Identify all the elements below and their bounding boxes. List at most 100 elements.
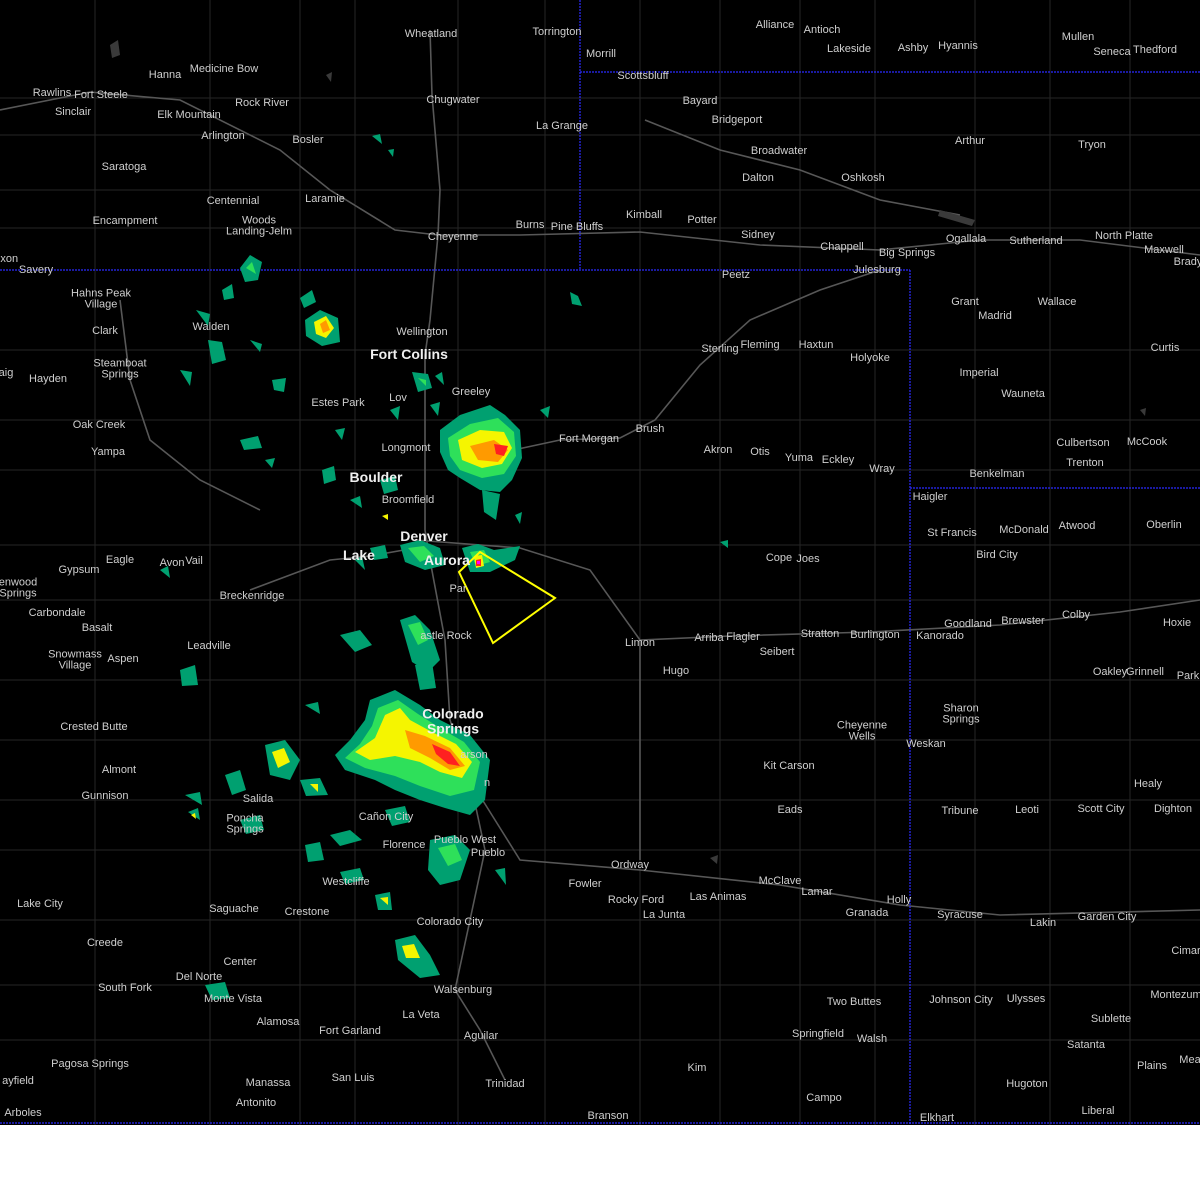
city-label-two-buttes: Two Buttes — [827, 996, 882, 1008]
city-label-san-luis: San Luis — [332, 1072, 375, 1084]
city-label-rock-river: Rock River — [235, 97, 289, 109]
city-label-woods-landing-jelm: Woods Landing-Jelm — [226, 215, 292, 238]
city-label-las-animas: Las Animas — [690, 891, 747, 903]
city-label-julesburg: Julesburg — [853, 264, 901, 276]
city-label-colorado-city: Colorado City — [417, 916, 484, 928]
city-label-rocky-ford: Rocky Ford — [608, 894, 664, 906]
city-label-crested-butte: Crested Butte — [60, 721, 127, 733]
city-label-branson: Branson — [588, 1110, 629, 1122]
city-label-oak-creek: Oak Creek — [73, 419, 126, 431]
city-label-kanorado: Kanorado — [916, 630, 964, 642]
city-label-center: Center — [223, 956, 256, 968]
city-label-arboles: Arboles — [4, 1107, 42, 1119]
city-label-scott-city: Scott City — [1077, 803, 1125, 815]
city-label-healy: Healy — [1134, 778, 1163, 790]
city-label-madrid: Madrid — [978, 310, 1012, 322]
city-label-fountain-partial: arson — [460, 749, 488, 761]
city-label-vail: Vail — [185, 555, 203, 567]
city-label-aguilar: Aguilar — [464, 1030, 499, 1042]
city-label-bird-city: Bird City — [976, 549, 1018, 561]
city-label-dighton: Dighton — [1154, 803, 1192, 815]
city-label-aurora: Aurora — [424, 552, 470, 568]
city-label-lamar: Lamar — [801, 886, 833, 898]
highways — [0, 29, 1200, 1081]
city-label-westcliffe: Westcliffe — [322, 876, 369, 888]
city-label-holly: Holly — [887, 894, 912, 906]
city-label-colorado-springs: Colorado Springs — [422, 706, 483, 737]
city-label-denver: Denver — [400, 528, 448, 544]
city-label-broadwater: Broadwater — [751, 145, 808, 157]
city-label-bayard: Bayard — [683, 95, 718, 107]
city-label-meade: Mea — [1179, 1054, 1200, 1066]
city-label-satanta: Satanta — [1067, 1039, 1106, 1051]
city-label-encampment: Encampment — [93, 215, 158, 227]
city-label-lakeside: Lakeside — [827, 43, 871, 55]
city-label-hugoton: Hugoton — [1006, 1078, 1048, 1090]
city-label-pueblo-west: Pueblo West — [434, 834, 496, 846]
city-label-clark: Clark — [92, 325, 118, 337]
city-label-kimball: Kimball — [626, 209, 662, 221]
city-label-ogallala: Ogallala — [946, 233, 987, 245]
radar-map[interactable]: Wheatland Torrington Alliance Antioch Mullen… — [0, 0, 1200, 1125]
city-label-st-francis: St Francis — [927, 527, 977, 539]
city-label-eckley: Eckley — [822, 454, 855, 466]
city-label-brush: Brush — [636, 423, 665, 435]
city-label-north-platte: North Platte — [1095, 230, 1153, 242]
city-label-big-springs: Big Springs — [879, 247, 936, 259]
city-label-fort-collins: Fort Collins — [370, 346, 448, 362]
city-label-mcdonald: McDonald — [999, 524, 1049, 536]
city-label-lakewood: Lake — [343, 547, 375, 563]
city-label-alamosa: Alamosa — [257, 1016, 301, 1028]
city-label-breckenridge: Breckenridge — [220, 590, 285, 602]
city-label-la-grange: La Grange — [536, 120, 588, 132]
city-label-wallace: Wallace — [1038, 296, 1077, 308]
city-label-dalton: Dalton — [742, 172, 774, 184]
city-label-poncha-springs: Poncha Springs — [226, 813, 264, 836]
city-label-walsenburg: Walsenburg — [434, 984, 492, 996]
city-label-flagler: Flagler — [726, 631, 760, 643]
city-label-wellington: Wellington — [396, 326, 447, 338]
city-label-burlington: Burlington — [850, 629, 900, 641]
city-label-stratton: Stratton — [801, 628, 840, 640]
city-label-fountain: n — [484, 777, 490, 789]
city-label-avon: Avon — [160, 557, 185, 569]
city-label-castle-rock: astle Rock — [420, 630, 472, 642]
city-label-antonito: Antonito — [236, 1097, 276, 1109]
city-label-arriba: Arriba — [694, 632, 724, 644]
city-label-aspen: Aspen — [107, 653, 138, 665]
city-label-benkelman: Benkelman — [969, 468, 1024, 480]
city-label-gypsum: Gypsum — [59, 564, 100, 576]
city-label-fort-garland: Fort Garland — [319, 1025, 381, 1037]
city-label-dixon: ixon — [0, 253, 18, 265]
city-label-syracuse: Syracuse — [937, 909, 983, 921]
city-label-glenwood-springs: enwood Springs — [0, 577, 37, 600]
city-label-plains: Plains — [1137, 1060, 1167, 1072]
city-label-johnson-city: Johnson City — [929, 994, 993, 1006]
city-label-burns: Burns — [516, 219, 545, 231]
city-label-manassa: Manassa — [246, 1077, 292, 1089]
city-label-mccook: McCook — [1127, 436, 1168, 448]
city-label-alliance: Alliance — [756, 19, 795, 31]
city-label-estes-park: Estes Park — [311, 397, 365, 409]
city-label-akron: Akron — [704, 444, 733, 456]
city-label-del-norte: Del Norte — [176, 971, 222, 983]
city-label-ashby: Ashby — [898, 42, 929, 54]
city-label-limon: Limon — [625, 637, 655, 649]
city-label-hoxie: Hoxie — [1163, 617, 1191, 629]
city-label-kim: Kim — [688, 1062, 707, 1074]
city-label-eagle: Eagle — [106, 554, 134, 566]
city-label-holyoke: Holyoke — [850, 352, 890, 364]
city-label-fowler: Fowler — [568, 878, 601, 890]
city-label-seibert: Seibert — [760, 646, 795, 658]
city-label-centennial: Centennial — [207, 195, 260, 207]
city-label-montezuma: Montezum — [1150, 989, 1200, 1001]
city-label-hanna: Hanna — [149, 69, 182, 81]
city-label-bayfield: ayfield — [2, 1075, 34, 1087]
city-label-park: Park — [1177, 670, 1200, 682]
city-label-grinnell: Grinnell — [1126, 666, 1164, 678]
city-label-broomfield: Broomfield — [382, 494, 435, 506]
city-label-weskan: Weskan — [906, 738, 946, 750]
city-label-oshkosh: Oshkosh — [841, 172, 884, 184]
city-label-lake-city: Lake City — [17, 898, 63, 910]
city-label-oberlin: Oberlin — [1146, 519, 1181, 531]
